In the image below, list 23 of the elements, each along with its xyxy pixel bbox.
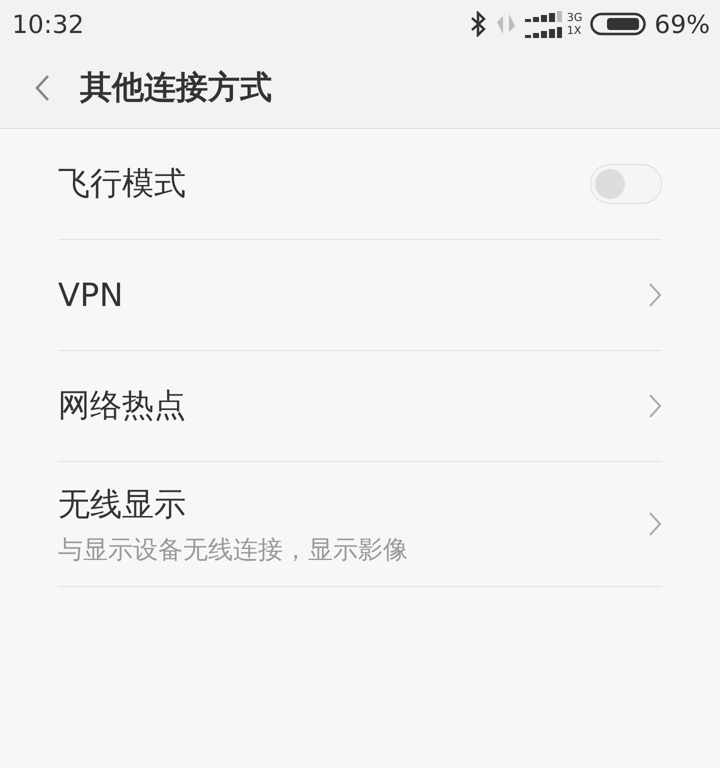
bluetooth-icon xyxy=(468,11,487,37)
row-label: 飞行模式 xyxy=(58,163,186,204)
toggle-switch[interactable] xyxy=(590,164,662,204)
row-subtitle: 与显示设备无线连接，显示影像 xyxy=(58,534,408,566)
data-arrows-icon xyxy=(494,12,517,36)
row-label: 网络热点 xyxy=(58,385,186,426)
battery-percent: 69% xyxy=(654,10,710,38)
network-type: 1X xyxy=(566,24,582,37)
page-title: 其他连接方式 xyxy=(80,67,272,108)
chevron-icon xyxy=(648,393,662,419)
battery-icon xyxy=(590,12,646,36)
status-time: 10:32 xyxy=(12,10,84,38)
settings-row[interactable]: VPN xyxy=(58,240,662,351)
settings-row[interactable]: 无线显示 与显示设备无线连接，显示影像 xyxy=(58,462,662,587)
network-type: 3G xyxy=(566,11,582,24)
chevron-icon xyxy=(648,282,662,308)
row-label: VPN xyxy=(58,276,124,314)
settings-row[interactable]: 网络热点 xyxy=(58,351,662,462)
row-label: 无线显示 xyxy=(58,484,187,524)
settings-row[interactable]: 飞行模式 xyxy=(58,129,662,240)
signal-icon xyxy=(524,10,563,38)
chevron-icon xyxy=(648,511,662,537)
back-icon[interactable] xyxy=(34,74,50,102)
